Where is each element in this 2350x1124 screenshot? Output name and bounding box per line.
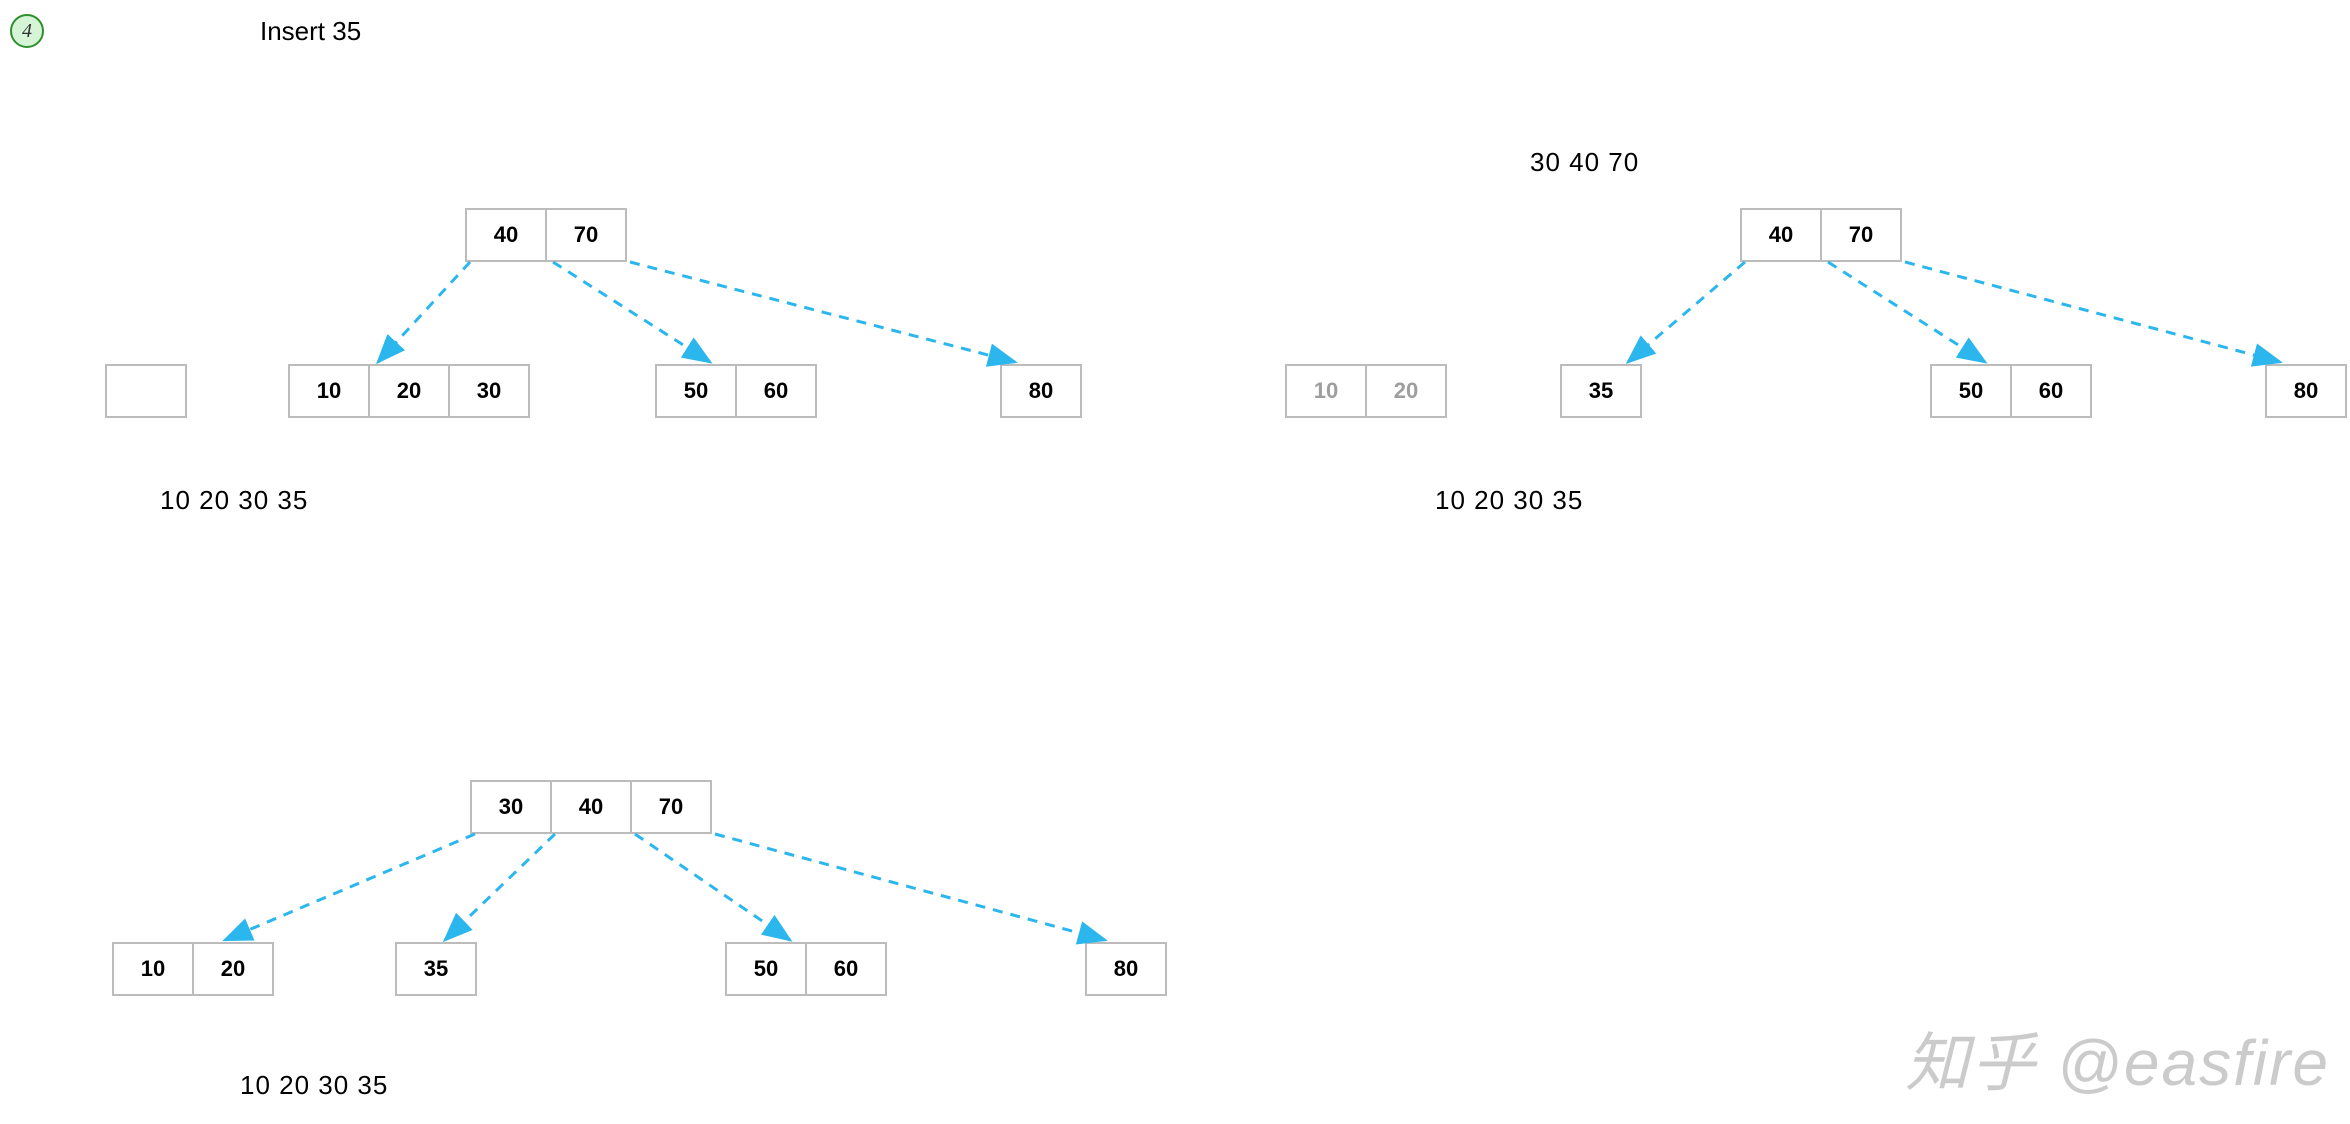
d2-top-label: 30 40 70 <box>1530 147 1639 178</box>
d1-arrow-3 <box>630 262 1015 362</box>
d3-arrow-2 <box>445 834 555 940</box>
d1-child-c-0: 80 <box>1002 366 1080 416</box>
d1-empty-cell <box>107 366 185 416</box>
d1-child-a-1: 20 <box>370 366 450 416</box>
d2-arrow-2 <box>1828 262 1985 362</box>
d3-root-key-2: 70 <box>632 782 710 832</box>
d1-child-b-1: 60 <box>737 366 815 416</box>
d3-child-a-1: 20 <box>194 944 272 994</box>
d1-child-b: 50 60 <box>655 364 817 418</box>
d3-child-b: 35 <box>395 942 477 996</box>
d1-child-a: 10 20 30 <box>288 364 530 418</box>
d3-child-b-0: 35 <box>397 944 475 994</box>
d3-child-d: 80 <box>1085 942 1167 996</box>
d3-child-d-0: 80 <box>1087 944 1165 994</box>
d3-arrow-1 <box>225 834 475 940</box>
d1-root-node: 40 70 <box>465 208 627 262</box>
d1-child-a-0: 10 <box>290 366 370 416</box>
d2-root-node: 40 70 <box>1740 208 1902 262</box>
d2-child-b: 50 60 <box>1930 364 2092 418</box>
d2-root-key-0: 40 <box>1742 210 1822 260</box>
d2-child-c: 80 <box>2265 364 2347 418</box>
d1-child-b-0: 50 <box>657 366 737 416</box>
d2-child-c-0: 80 <box>2267 366 2345 416</box>
d2-arrow-1 <box>1628 262 1745 362</box>
d3-child-a: 10 20 <box>112 942 274 996</box>
arrows-layer <box>0 0 2350 1124</box>
d3-root-node: 30 40 70 <box>470 780 712 834</box>
page-title: Insert 35 <box>260 16 361 47</box>
d3-child-a-0: 10 <box>114 944 194 994</box>
d2-child-a: 35 <box>1560 364 1642 418</box>
d1-arrow-1 <box>378 262 470 362</box>
d2-child-b-0: 50 <box>1932 366 2012 416</box>
step-number: 4 <box>22 20 32 42</box>
d3-root-key-0: 30 <box>472 782 552 832</box>
d3-bottom-label: 10 20 30 35 <box>240 1070 388 1101</box>
d1-bottom-label: 10 20 30 35 <box>160 485 308 516</box>
d3-root-key-1: 40 <box>552 782 632 832</box>
d2-child-a-0: 35 <box>1562 366 1640 416</box>
d3-child-c-1: 60 <box>807 944 885 994</box>
watermark-text: 知乎 @easfire <box>1905 1012 2330 1104</box>
d1-arrow-2 <box>553 262 710 362</box>
d1-child-a-2: 30 <box>450 366 528 416</box>
d1-root-key-1: 70 <box>547 210 625 260</box>
d1-root-key-0: 40 <box>467 210 547 260</box>
d3-arrow-4 <box>715 834 1105 940</box>
d2-root-key-1: 70 <box>1822 210 1900 260</box>
d2-bottom-label: 10 20 30 35 <box>1435 485 1583 516</box>
d3-child-c: 50 60 <box>725 942 887 996</box>
d3-arrow-3 <box>635 834 790 940</box>
d2-child-faded-0: 10 <box>1287 366 1367 416</box>
d2-child-faded: 10 20 <box>1285 364 1447 418</box>
d1-empty-node <box>105 364 187 418</box>
d2-child-b-1: 60 <box>2012 366 2090 416</box>
step-badge: 4 <box>10 14 44 48</box>
d1-child-c: 80 <box>1000 364 1082 418</box>
d2-arrow-3 <box>1905 262 2280 362</box>
d3-child-c-0: 50 <box>727 944 807 994</box>
d2-child-faded-1: 20 <box>1367 366 1445 416</box>
